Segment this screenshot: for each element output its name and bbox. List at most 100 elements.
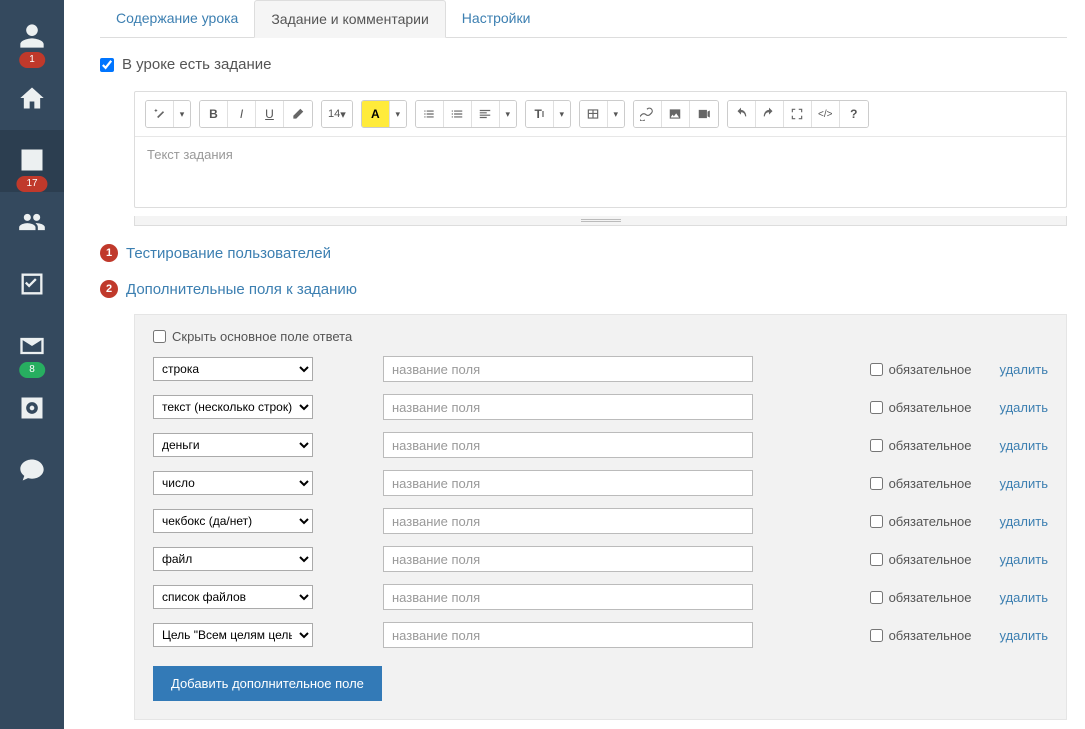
field-type-select[interactable]: файл <box>153 547 313 571</box>
required-checkbox[interactable] <box>870 439 883 452</box>
section-extra-fields-label: Дополнительные поля к заданию <box>126 281 357 298</box>
sidebar-item-users[interactable] <box>0 192 64 254</box>
underline-button[interactable]: U <box>256 101 284 127</box>
editor-resize-handle[interactable] <box>134 216 1067 226</box>
magic-dropdown[interactable]: ▾ <box>174 101 190 127</box>
required-row[interactable]: обязательное <box>870 400 972 415</box>
field-type-select[interactable]: текст (несколько строк) <box>153 395 313 419</box>
table-dropdown[interactable]: ▾ <box>608 101 624 127</box>
redo-button[interactable] <box>756 101 784 127</box>
field-type-select[interactable]: строка <box>153 357 313 381</box>
section-extra-fields[interactable]: 2 Дополнительные поля к заданию <box>100 280 1067 298</box>
video-button[interactable] <box>690 101 718 127</box>
sidebar-item-mail[interactable]: 8 <box>0 316 64 378</box>
field-type-select[interactable]: список файлов <box>153 585 313 609</box>
badge: 17 <box>16 176 47 192</box>
sidebar-item-chat[interactable] <box>0 440 64 502</box>
font-size-button[interactable]: 14▾ <box>322 101 352 127</box>
required-label: обязательное <box>889 628 972 643</box>
text-color-button[interactable]: A <box>362 101 390 127</box>
delete-field-link[interactable]: удалить <box>1000 362 1048 377</box>
field-name-input[interactable] <box>383 546 753 572</box>
user-icon <box>18 22 46 53</box>
required-checkbox[interactable] <box>870 401 883 414</box>
required-row[interactable]: обязательное <box>870 362 972 377</box>
table-button[interactable] <box>580 101 608 127</box>
align-dropdown[interactable]: ▾ <box>500 101 516 127</box>
field-name-input[interactable] <box>383 622 753 648</box>
field-row: строка обязательное удалить <box>153 356 1048 382</box>
required-checkbox[interactable] <box>870 515 883 528</box>
field-type-select[interactable]: деньги <box>153 433 313 457</box>
tab-content[interactable]: Содержание урока <box>100 0 254 37</box>
has-task-checkbox[interactable] <box>100 58 114 72</box>
field-name-input[interactable] <box>383 508 753 534</box>
sidebar-item-stats[interactable]: 17 <box>0 130 64 192</box>
link-button[interactable] <box>634 101 662 127</box>
field-type-select[interactable]: число <box>153 471 313 495</box>
fullscreen-button[interactable] <box>784 101 812 127</box>
required-row[interactable]: обязательное <box>870 628 972 643</box>
field-name-input[interactable] <box>383 584 753 610</box>
field-row: текст (несколько строк) обязательное удали… <box>153 394 1048 420</box>
italic-button[interactable]: I <box>228 101 256 127</box>
field-name-input[interactable] <box>383 432 753 458</box>
badge: 8 <box>19 362 45 378</box>
help-button[interactable]: ? <box>840 101 868 127</box>
sidebar-item-tasks[interactable] <box>0 254 64 316</box>
has-task-checkbox-row[interactable]: В уроке есть задание <box>100 56 1067 73</box>
paragraph-button[interactable]: TI <box>526 101 554 127</box>
editor-toolbar: ▾ B I U 14▾ A ▾ ▾ TI ▾ <box>135 92 1066 137</box>
required-checkbox[interactable] <box>870 477 883 490</box>
required-row[interactable]: обязательное <box>870 438 972 453</box>
required-row[interactable]: обязательное <box>870 476 972 491</box>
add-field-button[interactable]: Добавить дополнительное поле <box>153 666 382 701</box>
tab-settings[interactable]: Настройки <box>446 0 547 37</box>
required-row[interactable]: обязательное <box>870 552 972 567</box>
has-task-label: В уроке есть задание <box>122 56 271 73</box>
field-name-input[interactable] <box>383 470 753 496</box>
eraser-button[interactable] <box>284 101 312 127</box>
magic-icon[interactable] <box>146 101 174 127</box>
align-button[interactable] <box>472 101 500 127</box>
home-icon <box>18 84 46 115</box>
text-color-dropdown[interactable]: ▾ <box>390 101 406 127</box>
editor-textarea[interactable]: Текст задания <box>135 137 1066 207</box>
required-label: обязательное <box>889 476 972 491</box>
section-user-testing[interactable]: 1 Тестирование пользователей <box>100 244 1067 262</box>
delete-field-link[interactable]: удалить <box>1000 476 1048 491</box>
delete-field-link[interactable]: удалить <box>1000 590 1048 605</box>
code-button[interactable]: </> <box>812 101 840 127</box>
chart-icon <box>18 146 46 177</box>
bold-button[interactable]: B <box>200 101 228 127</box>
required-checkbox[interactable] <box>870 629 883 642</box>
delete-field-link[interactable]: удалить <box>1000 438 1048 453</box>
hide-main-checkbox[interactable] <box>153 330 166 343</box>
chat-icon <box>18 456 46 487</box>
paragraph-dropdown[interactable]: ▾ <box>554 101 570 127</box>
required-checkbox[interactable] <box>870 363 883 376</box>
undo-button[interactable] <box>728 101 756 127</box>
field-name-input[interactable] <box>383 394 753 420</box>
sidebar-item-profile[interactable]: 1 <box>0 6 64 68</box>
tab-task-comments[interactable]: Задание и комментарии <box>254 0 445 38</box>
hide-main-row[interactable]: Скрыть основное поле ответа <box>153 329 1048 344</box>
required-row[interactable]: обязательное <box>870 590 972 605</box>
list-ol-button[interactable] <box>444 101 472 127</box>
delete-field-link[interactable]: удалить <box>1000 552 1048 567</box>
delete-field-link[interactable]: удалить <box>1000 628 1048 643</box>
extra-fields-panel: Скрыть основное поле ответа строка обязат… <box>134 314 1067 720</box>
required-checkbox[interactable] <box>870 553 883 566</box>
field-type-select[interactable]: чекбокс (да/нет) <box>153 509 313 533</box>
image-button[interactable] <box>662 101 690 127</box>
field-row: список файлов обязательное удалить <box>153 584 1048 610</box>
field-name-input[interactable] <box>383 356 753 382</box>
sidebar-item-settings[interactable] <box>0 378 64 440</box>
required-checkbox[interactable] <box>870 591 883 604</box>
field-type-select[interactable]: Цель "Всем целям цель" <box>153 623 313 647</box>
delete-field-link[interactable]: удалить <box>1000 400 1048 415</box>
sidebar-item-home[interactable] <box>0 68 64 130</box>
list-ul-button[interactable] <box>416 101 444 127</box>
delete-field-link[interactable]: удалить <box>1000 514 1048 529</box>
required-row[interactable]: обязательное <box>870 514 972 529</box>
